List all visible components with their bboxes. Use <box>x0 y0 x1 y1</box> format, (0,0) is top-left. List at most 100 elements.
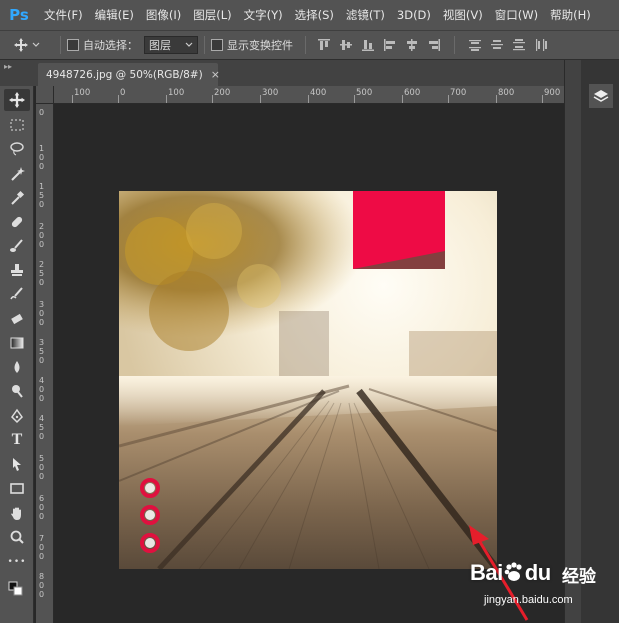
arrow-head <box>469 525 489 545</box>
ruler-tick <box>496 95 497 103</box>
blur-tool-icon[interactable] <box>4 356 30 378</box>
eraser-tool-icon[interactable] <box>4 308 30 330</box>
type-tool-glyph: T <box>11 431 23 448</box>
ring-circle-inner <box>145 510 155 520</box>
zoom-tool-icon[interactable] <box>4 526 30 548</box>
menu-item[interactable]: 视图(V) <box>437 0 489 30</box>
vertical-ruler[interactable]: 0 1 0 0 1 5 0 2 0 0 2 5 0 3 0 0 3 5 0 4 0 0 4 5 … <box>36 104 54 623</box>
ruler-corner[interactable] <box>36 86 54 104</box>
ruler-tick <box>354 95 355 103</box>
ruler-tick-label: 900 <box>544 88 561 98</box>
move-icon <box>14 38 28 52</box>
menu-item[interactable]: 滤镜(T) <box>340 0 391 30</box>
document-tab-title: 4948726.jpg @ 50%(RGB/8#) <box>46 68 203 81</box>
healing-brush-tool-icon[interactable] <box>4 211 30 233</box>
ruler-tick-label: 4 5 0 <box>39 414 45 441</box>
ruler-tick-label: 4 0 0 <box>39 376 45 403</box>
menu-item[interactable]: 窗口(W) <box>489 0 544 30</box>
transform-controls-checkbox[interactable] <box>211 39 223 51</box>
distribute-top-icon[interactable] <box>467 37 483 53</box>
blurred-figure <box>279 311 329 381</box>
rectangle-tool-icon[interactable] <box>4 477 30 499</box>
align-right-icon[interactable] <box>426 37 442 53</box>
menu-item[interactable]: 编辑(E) <box>89 0 140 30</box>
move-tool-icon[interactable] <box>4 89 30 111</box>
ruler-tick-label: 600 <box>404 88 421 98</box>
watermark-url: jingyan.baidu.com <box>484 594 573 606</box>
lasso-tool-icon[interactable] <box>4 138 30 160</box>
ring-circle-inner <box>145 483 155 493</box>
ruler-tick-label: 5 0 0 <box>39 454 45 481</box>
menu-item[interactable]: 3D(D) <box>391 0 437 30</box>
menu-item[interactable]: 图层(L) <box>187 0 237 30</box>
ruler-tick <box>308 95 309 103</box>
mores-tool-icon[interactable]: ••• <box>4 551 30 573</box>
layers-icon <box>593 90 609 102</box>
color-swatches-tool-icon[interactable] <box>4 578 30 600</box>
chevron-down-icon <box>185 42 193 47</box>
ruler-tick <box>166 95 167 103</box>
bokeh-blob <box>186 203 242 259</box>
path-selection-tool-icon[interactable] <box>4 453 30 475</box>
distribute-vertical-center-icon[interactable] <box>489 37 505 53</box>
panel-grip-icon[interactable]: ▸▸ <box>0 60 34 86</box>
watermark-brand-bai: Bai <box>470 560 503 585</box>
ruler-tick-label: 0 <box>39 108 45 117</box>
ruler-tick-label: 8 0 0 <box>39 572 45 599</box>
ruler-tick <box>212 95 213 103</box>
magic-wand-tool-icon[interactable] <box>4 163 30 185</box>
clone-stamp-tool-icon[interactable] <box>4 259 30 281</box>
divider <box>454 36 455 54</box>
document-tab[interactable]: 4948726.jpg @ 50%(RGB/8#) × <box>38 63 220 86</box>
gradient-tool-icon[interactable] <box>4 332 30 354</box>
ruler-tick-label: 700 <box>450 88 467 98</box>
dodge-tool-icon[interactable] <box>4 380 30 402</box>
align-bottom-icon[interactable] <box>360 37 376 53</box>
ruler-tick-label: 200 <box>214 88 231 98</box>
ring-circle-inner <box>145 538 155 548</box>
align-vertical-center-icon[interactable] <box>338 37 354 53</box>
divider <box>305 36 306 54</box>
menu-item[interactable]: 文字(Y) <box>238 0 289 30</box>
ruler-tick <box>402 95 403 103</box>
photoshop-logo: Ps <box>9 6 29 24</box>
horizontal-ruler[interactable]: 100 0 100 200 300 400 500 600 700 800 900 <box>54 86 564 104</box>
ruler-tick-label: 300 <box>262 88 279 98</box>
options-bar: 自动选择： 图层 显示变换控件 <box>0 30 619 60</box>
align-horizontal-center-icon[interactable] <box>404 37 420 53</box>
right-dock <box>564 60 619 623</box>
align-left-icon[interactable] <box>382 37 398 53</box>
menu-item[interactable]: 选择(S) <box>289 0 340 30</box>
ruler-tick-label: 800 <box>498 88 515 98</box>
auto-select-label: 自动选择： <box>83 39 138 52</box>
menu-item[interactable]: 图像(I) <box>140 0 187 30</box>
ruler-tick-label: 2 5 0 <box>39 260 45 287</box>
menu-item[interactable]: 帮助(H) <box>544 0 597 30</box>
close-icon[interactable]: × <box>211 68 220 81</box>
eyedropper-tool-icon[interactable] <box>4 187 30 209</box>
move-tool-preset[interactable] <box>0 38 54 52</box>
ruler-tick-label: 400 <box>310 88 327 98</box>
brush-tool-icon[interactable] <box>4 235 30 257</box>
marquee-tool-icon[interactable] <box>4 114 30 136</box>
pen-tool-icon[interactable] <box>4 405 30 427</box>
ruler-tick-label: 1 0 0 <box>39 144 45 171</box>
ruler-tick-label: 100 <box>168 88 185 98</box>
history-brush-tool-icon[interactable] <box>4 283 30 305</box>
auto-select-dropdown[interactable]: 图层 <box>144 36 198 54</box>
type-tool-icon[interactable]: T <box>4 429 30 451</box>
menu-item[interactable]: 文件(F) <box>38 0 89 30</box>
auto-select-checkbox[interactable] <box>67 39 79 51</box>
distribute-bottom-icon[interactable] <box>511 37 527 53</box>
ruler-tick <box>448 95 449 103</box>
distribute-left-icon[interactable] <box>533 37 549 53</box>
align-top-icon[interactable] <box>316 37 332 53</box>
document-image[interactable] <box>119 191 497 569</box>
ruler-tick-label: 2 0 0 <box>39 222 45 249</box>
dock-grip[interactable] <box>565 60 581 623</box>
bokeh-blob <box>149 271 229 351</box>
hand-tool-icon[interactable] <box>4 502 30 524</box>
watermark-title: 经验 <box>562 567 596 587</box>
watermark-brand: Bai du <box>470 560 551 586</box>
layers-panel-button[interactable] <box>589 84 613 108</box>
